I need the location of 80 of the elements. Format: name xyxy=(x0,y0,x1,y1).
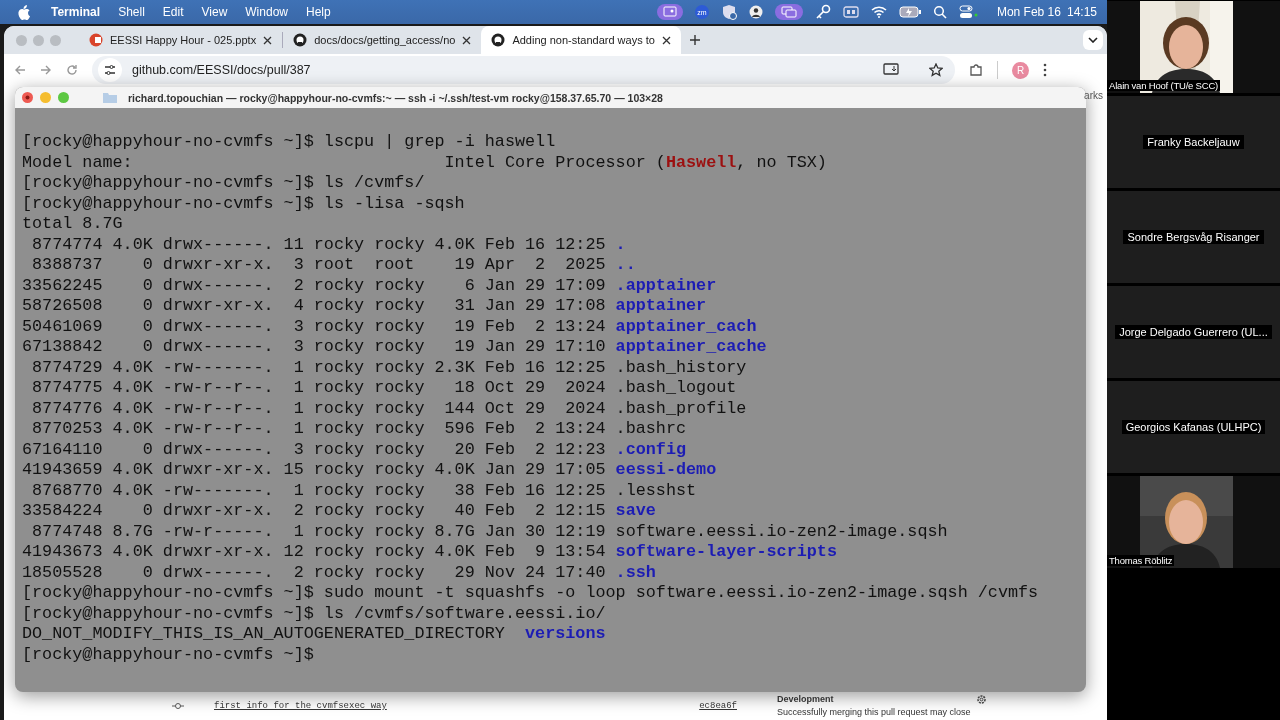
terminal-line: 8774776 4.0K -rw-r--r--. 1 rocky rocky 144 Oct 29 2024 .bash_profile xyxy=(31,398,747,419)
key-icon[interactable] xyxy=(814,4,831,20)
participant-name: Sondre Bergsvåg Risanger xyxy=(1123,230,1264,244)
tab-list-button[interactable] xyxy=(1083,30,1103,50)
terminal-line: 58726508 0 drwxr-xr-x. 4 rocky rocky 31 Jan 29 17:08 apptainer xyxy=(22,296,707,317)
close-icon[interactable] xyxy=(661,35,671,45)
terminal-line: 8768770 4.0K -rw-------. 1 rocky rocky 38 Feb 16 12:25 .lesshst xyxy=(31,480,697,501)
terminal-line: [rocky@happyhour-no-cvmfs ~]$ ls /cvmfs/ xyxy=(22,173,425,194)
terminal-line: Model name: Intel Core Processor (Haswell, no TSX) xyxy=(22,152,827,173)
menubar-time[interactable]: 14:15 xyxy=(1066,5,1097,19)
close-icon[interactable] xyxy=(462,35,472,45)
terminal-line: [rocky@happyhour-no-cvmfs ~]$ xyxy=(22,644,314,665)
browser-tab[interactable]: EESSI Happy Hour - 025.pptx xyxy=(79,26,283,54)
terminal-line: 50461069 0 drwx------. 3 rocky rocky 19 Feb 2 13:24 apptainer_cach xyxy=(22,316,757,337)
card-icon[interactable] xyxy=(842,6,859,18)
menu-item[interactable]: View xyxy=(192,5,237,19)
bookmarks-label: arks xyxy=(1084,90,1103,101)
chevron-down-icon xyxy=(1088,37,1098,43)
reload-icon[interactable] xyxy=(66,64,78,76)
browser-tab[interactable]: Adding non-standard ways to xyxy=(481,26,681,54)
terminal-line: 8774774 4.0K drwx------. 11 rocky rocky 4.0K Feb 16 12:25 . xyxy=(31,234,626,255)
close-icon[interactable] xyxy=(263,35,273,45)
terminal-title: richard.topouchian — rocky@happyhour-no-cvmfs:~ — ssh -i ~/.ssh/test-vm rocky@158.37.65.70 — 103×28 xyxy=(128,91,663,104)
terminal-line: [rocky@happyhour-no-cvmfs ~]$ ls -lisa -sqsh xyxy=(22,193,465,214)
commit-message-link[interactable]: first info for the cvmfsexec way xyxy=(214,701,387,711)
slides-app-icon xyxy=(89,33,103,47)
terminal-line: 33584224 0 drwxr-xr-x. 2 rocky rocky 40 Feb 2 12:15 save xyxy=(22,501,656,522)
address-bar[interactable]: github.com/EESSI/docs/pull/387 xyxy=(92,56,955,84)
participant-name: Jorge Delgado Guerrero (UL... xyxy=(1115,325,1272,339)
terminal-line: 8770253 4.0K -rw-r--r--. 1 rocky rocky 596 Feb 2 13:24 .bashrc xyxy=(31,419,687,440)
windows-icon[interactable] xyxy=(774,4,803,20)
settings-icon[interactable] xyxy=(976,694,987,705)
new-tab-icon[interactable] xyxy=(688,34,701,46)
menubar-date[interactable]: Mon Feb 16 xyxy=(996,5,1061,19)
commit-icon xyxy=(172,702,184,710)
terminal-line: 67164110 0 drwx------. 3 rocky rocky 20 Feb 2 12:23 .config xyxy=(22,439,687,460)
browser-tab[interactable]: docs/docs/getting_access/no xyxy=(283,26,482,54)
toggle-icon[interactable] xyxy=(958,5,979,19)
terminal-line: 41943673 4.0K drwxr-xr-x. 12 rocky rocky 4.0K Feb 9 13:54 software-layer-scripts xyxy=(22,542,837,563)
terminal-line: [rocky@happyhour-no-cvmfs ~]$ lscpu | grep -i haswell xyxy=(22,132,556,153)
menu-item[interactable]: Window xyxy=(236,5,297,19)
screen-person-icon[interactable] xyxy=(656,4,683,20)
tune-icon[interactable] xyxy=(104,64,116,76)
participant-name: Franky Backeljauw xyxy=(1143,135,1244,149)
participant-name: Thomas Röblitz xyxy=(1107,555,1175,566)
apple-icon xyxy=(17,4,30,20)
close-light-icon[interactable] xyxy=(22,92,33,103)
battery-icon[interactable] xyxy=(898,6,921,18)
terminal-line: 41943659 4.0K drwxr-xr-x. 15 rocky rocky 4.0K Jan 29 17:05 eessi-demo xyxy=(22,460,717,481)
back-icon[interactable] xyxy=(14,64,26,76)
terminal-line: [rocky@happyhour-no-cvmfs ~]$ ls /cvmfs/software.eessi.io/ xyxy=(22,603,606,624)
terminal-line: 33562245 0 drwx------. 2 rocky rocky 6 Jan 29 17:09 .apptainer xyxy=(22,275,717,296)
person-circle-icon[interactable] xyxy=(748,5,763,19)
sidebar-heading: Development xyxy=(777,694,834,705)
terminal-line: 18505528 0 drwx------. 2 rocky rocky 29 Nov 24 17:40 .ssh xyxy=(22,562,656,583)
terminal-line: [rocky@happyhour-no-cvmfs ~]$ sudo mount -t squashfs -o loop software.eessi.io-zen2-image.sqsh /cvmfs xyxy=(22,583,1039,604)
terminal-line: 67138842 0 drwx------. 3 rocky rocky 19 Jan 29 17:10 apptainer_cache xyxy=(22,337,767,358)
forward-icon[interactable] xyxy=(40,64,52,76)
menu-item[interactable]: Help xyxy=(297,5,340,19)
terminal-line: total 8.7G xyxy=(22,214,123,235)
folder-icon xyxy=(103,92,117,103)
terminal-line: 8774748 8.7G -rw-r-----. 1 rocky rocky 8.7G Jan 30 12:19 software.eessi.io-zen2-image.sqsh xyxy=(31,521,948,542)
star-icon[interactable] xyxy=(929,63,943,77)
extension-icon[interactable] xyxy=(969,63,983,77)
terminal-line: 8388737 0 drwxr-xr-x. 3 root root 19 Apr 2 2025 .. xyxy=(31,255,636,276)
terminal-line: DO_NOT_MODIFY_THIS_IS_AN_AUTOGENERATED_DIRECTORY versions xyxy=(22,624,606,645)
wifi-icon[interactable] xyxy=(870,6,887,18)
commit-hash-link[interactable]: ec8ea6f xyxy=(699,701,737,711)
terminal-line: 8774775 4.0K -rw-r--r--. 1 rocky rocky 18 Oct 29 2024 .bash_logout xyxy=(31,378,737,399)
shield-check-icon[interactable] xyxy=(720,4,737,20)
menu-item[interactable]: Shell xyxy=(109,5,154,19)
menu-item[interactable]: Edit xyxy=(153,5,193,19)
app-menu[interactable]: Terminal xyxy=(42,5,110,19)
more-icon[interactable] xyxy=(1043,63,1047,77)
install-icon[interactable] xyxy=(883,63,899,77)
participant-name: Alain van Hoof (TU/e SCC) xyxy=(1107,80,1221,91)
participant-name: Georgios Kafanas (ULHPC) xyxy=(1121,420,1266,434)
terminal-line: 8774729 4.0K -rw-------. 1 rocky rocky 2.3K Feb 16 12:25 .bash_history xyxy=(31,357,747,378)
search-icon[interactable] xyxy=(932,5,947,19)
sidebar-text: Successfully merging this pull request may close xyxy=(777,707,972,718)
